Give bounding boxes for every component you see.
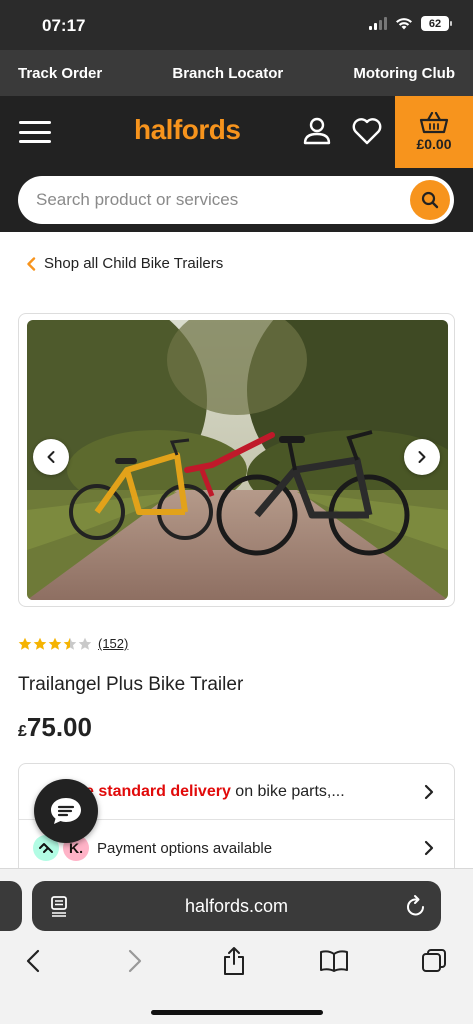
live-chat-button[interactable] (34, 779, 98, 843)
browser-toolbar: halfords.com (0, 868, 473, 1024)
share-button[interactable] (218, 945, 250, 977)
track-order-link[interactable]: Track Order (18, 65, 102, 82)
star-icon (33, 637, 47, 650)
chevron-right-icon (424, 840, 434, 856)
cellular-signal-icon (369, 17, 387, 30)
search-bar (0, 168, 473, 232)
delivery-text: e standard delivery on bike parts,... (85, 783, 345, 801)
bookmarks-button[interactable] (318, 945, 350, 977)
tabs-icon (422, 949, 446, 972)
status-bar: 07:17 62 (0, 0, 473, 50)
product-image (27, 320, 448, 600)
utility-nav: Track Order Branch Locator Motoring Club (0, 50, 473, 96)
star-icon (48, 637, 62, 650)
gallery-next-button[interactable] (404, 439, 440, 475)
home-indicator (151, 1010, 323, 1015)
gallery-prev-button[interactable] (33, 439, 69, 475)
search-input[interactable] (36, 176, 406, 224)
chat-icon (51, 798, 81, 824)
basket-total: £0.00 (416, 136, 452, 152)
address-bar[interactable]: halfords.com (32, 881, 441, 931)
star-icon (78, 637, 92, 650)
browser-forward-button[interactable] (119, 945, 151, 977)
chevron-left-icon (47, 451, 55, 463)
tabs-button[interactable] (418, 945, 450, 977)
browser-back-button[interactable] (17, 945, 49, 977)
product-price: £75.00 (18, 712, 92, 743)
search-button[interactable] (410, 180, 450, 220)
basket-button[interactable]: £0.00 (395, 96, 473, 168)
back-arrow-icon (26, 949, 40, 973)
chevron-right-icon (418, 451, 426, 463)
battery-icon: 62 (421, 16, 452, 31)
motoring-club-link[interactable]: Motoring Club (353, 65, 455, 82)
status-time: 07:17 (42, 16, 86, 35)
search-box (18, 176, 454, 224)
site-header: halfords £0.00 (0, 96, 473, 168)
payment-options-label: Payment options available (97, 839, 273, 857)
browser-nav-row (0, 945, 473, 981)
star-icon (18, 637, 32, 650)
wishlist-heart-icon[interactable] (351, 116, 383, 146)
product-title: Trailangel Plus Bike Trailer (18, 674, 244, 695)
product-image-gallery[interactable] (18, 313, 455, 607)
star-rating (18, 637, 92, 651)
reload-icon[interactable] (405, 894, 427, 918)
star-icon (63, 637, 77, 650)
status-icons: 62 (369, 16, 452, 31)
breadcrumb-label: Shop all Child Bike Trailers (44, 255, 224, 272)
branch-locator-link[interactable]: Branch Locator (172, 65, 283, 82)
account-icon[interactable] (302, 116, 332, 146)
url-text: halfords.com (184, 895, 289, 916)
chevron-left-icon (27, 256, 36, 271)
share-icon (224, 947, 244, 975)
breadcrumb-back-link[interactable]: Shop all Child Bike Trailers (26, 255, 223, 272)
chevron-right-icon (424, 784, 434, 800)
product-rating[interactable]: (152) (18, 636, 128, 651)
previous-tab-pill[interactable] (0, 881, 22, 931)
wifi-icon (396, 18, 412, 30)
halfords-logo[interactable]: halfords (134, 114, 241, 146)
search-icon (421, 191, 439, 209)
menu-icon[interactable] (19, 121, 51, 143)
delivery-detail: on bike parts,... (230, 782, 345, 800)
price-currency: £ (18, 723, 27, 740)
price-amount: 75.00 (26, 712, 92, 742)
basket-icon (419, 112, 449, 134)
bookmarks-book-icon (320, 950, 348, 972)
delivery-highlight: e standard delivery (85, 782, 231, 800)
review-count-link[interactable]: (152) (98, 636, 128, 651)
forward-arrow-icon (128, 949, 142, 973)
